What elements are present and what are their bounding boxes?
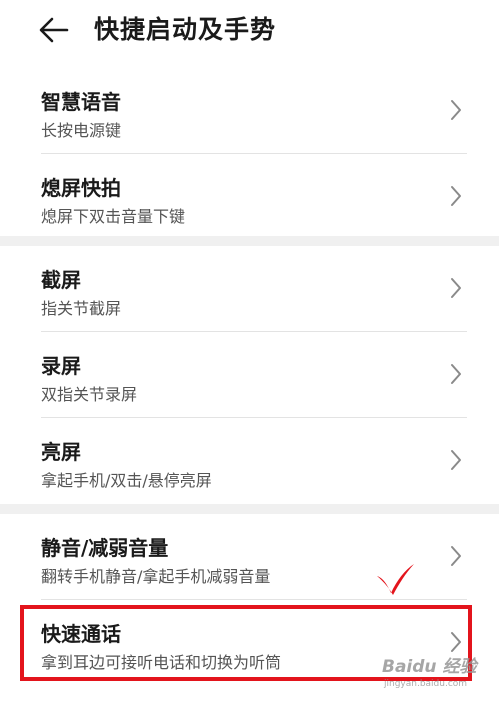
- chevron-right-icon: [451, 278, 461, 298]
- list-item-screenshot[interactable]: 截屏 指关节截屏: [0, 246, 499, 332]
- list-item-wake-screen[interactable]: 亮屏 拿起手机/双击/悬停亮屏: [0, 418, 499, 504]
- chevron-right-icon: [451, 364, 461, 384]
- item-title: 智慧语音: [41, 90, 121, 114]
- app-header: 快捷启动及手势: [0, 0, 499, 68]
- arrow-left-icon: [39, 17, 69, 43]
- item-title: 亮屏: [41, 440, 81, 464]
- item-subtitle: 双指关节录屏: [41, 385, 138, 404]
- red-checkmark-icon: [377, 564, 414, 595]
- item-title: 快速通话: [41, 622, 121, 646]
- chevron-right-icon: [451, 450, 461, 470]
- item-title: 熄屏快拍: [41, 176, 121, 200]
- item-subtitle: 熄屏下双击音量下键: [41, 207, 186, 226]
- group-separator: [0, 236, 499, 246]
- chevron-right-icon: [451, 632, 461, 652]
- watermark-brand: Baidu 经验: [382, 657, 477, 677]
- list-item-mute-reduce-volume[interactable]: 静音/减弱音量 翻转手机静音/拿起手机减弱音量: [0, 514, 499, 600]
- chevron-right-icon: [451, 546, 461, 566]
- group-separator: [0, 504, 499, 514]
- chevron-right-icon: [451, 186, 461, 206]
- item-subtitle: 拿起手机/双击/悬停亮屏: [41, 471, 212, 490]
- baidu-watermark: Baidu 经验 jingyan.baidu.com: [382, 652, 494, 698]
- back-button[interactable]: [34, 12, 74, 48]
- item-subtitle: 拿到耳边可接听电话和切换为听筒: [41, 653, 282, 672]
- settings-group-screen: 截屏 指关节截屏 录屏 双指关节录屏 亮屏 拿起手机/双击/悬停亮屏: [0, 246, 499, 504]
- list-item-smart-voice[interactable]: 智慧语音 长按电源键: [0, 68, 499, 154]
- item-subtitle: 翻转手机静音/拿起手机减弱音量: [41, 567, 271, 586]
- chevron-right-icon: [451, 100, 461, 120]
- page-title: 快捷启动及手势: [94, 15, 277, 44]
- item-subtitle: 长按电源键: [41, 121, 122, 140]
- settings-group-voice: 智慧语音 长按电源键 熄屏快拍 熄屏下双击音量下键: [0, 68, 499, 240]
- item-subtitle: 指关节截屏: [41, 299, 122, 318]
- item-title: 录屏: [41, 354, 81, 378]
- list-item-screen-off-snapshot[interactable]: 熄屏快拍 熄屏下双击音量下键: [0, 154, 499, 240]
- watermark-url: jingyan.baidu.com: [384, 679, 468, 689]
- list-item-screen-record[interactable]: 录屏 双指关节录屏: [0, 332, 499, 418]
- item-title: 截屏: [41, 268, 81, 292]
- item-title: 静音/减弱音量: [41, 536, 169, 560]
